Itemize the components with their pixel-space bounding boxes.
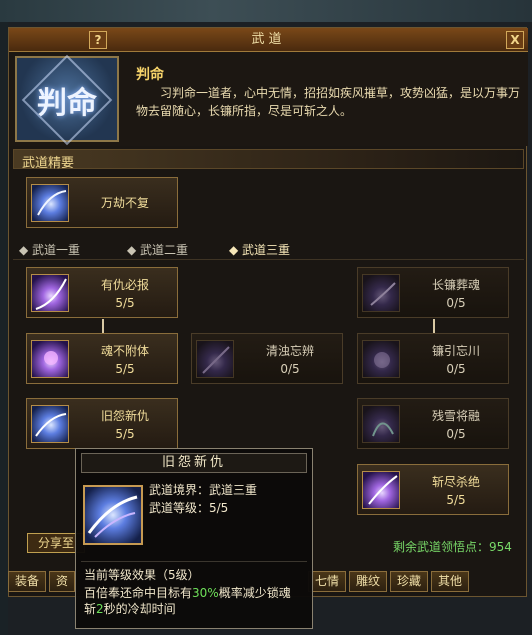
tab-equipment[interactable]: 装备 bbox=[8, 571, 46, 592]
tab-other[interactable]: 其他 bbox=[431, 571, 469, 592]
tab-tier-2[interactable]: ◆ 武道二重 bbox=[127, 241, 188, 259]
skill-name: 万劫不复 bbox=[100, 196, 149, 210]
tab-collection[interactable]: 珍藏 bbox=[390, 571, 428, 592]
tab-label: 武道二重 bbox=[140, 243, 189, 257]
points-value: 954 bbox=[489, 540, 512, 554]
skill-icon-wanjie bbox=[31, 184, 69, 222]
tooltip-realm: 武道境界：武道三重 bbox=[149, 483, 258, 497]
help-icon[interactable]: ? bbox=[89, 31, 107, 49]
skill-level: 0/5 bbox=[446, 427, 466, 441]
skill-icon-lianyin bbox=[362, 340, 400, 378]
background-edge bbox=[0, 22, 8, 635]
skill-level: 0/5 bbox=[280, 362, 300, 376]
skill-slot-canxue[interactable]: 残雪将融 0/5 bbox=[357, 398, 509, 449]
tab-resources[interactable]: 资 bbox=[49, 571, 75, 592]
skill-slot-changlian[interactable]: 长镰葬魂 0/5 bbox=[357, 267, 509, 318]
essence-section-header: 武道精要 bbox=[13, 149, 524, 171]
tooltip-effect-line-2: 斩2秒的冷却时间 bbox=[84, 601, 176, 617]
tab-seven-emotions[interactable]: 七情 bbox=[308, 571, 346, 592]
path-description: 习判命一道者，心中无情，招招如疾风摧草，攻势凶猛，是以万事万物去留随心，长镰所指… bbox=[136, 86, 521, 118]
tab-tier-3[interactable]: ◆ 武道三重 bbox=[229, 241, 290, 259]
essence-title: 武道精要 bbox=[22, 156, 75, 171]
skill-icon-hunbufuti bbox=[31, 340, 69, 378]
skill-name: 魂不附体 bbox=[100, 344, 149, 358]
tooltip-effect-line-1: 百倍奉还命中目标有30%概率减少锁魂 bbox=[84, 585, 291, 601]
skill-icon-canxue bbox=[362, 405, 400, 443]
skill-tooltip: 旧怨新仇 武道境界：武道三重 武道等级：5/5 当前等级效果（5级） 百倍奉还命… bbox=[75, 448, 313, 629]
skill-level: 5/5 bbox=[115, 296, 135, 310]
title-bar[interactable]: ? 武道 X bbox=[9, 28, 528, 52]
effect-text: 秒的冷却时间 bbox=[103, 602, 176, 616]
skill-level: 5/5 bbox=[115, 362, 135, 376]
path-header: 判命 判命 习判命一道者，心中无情，招招如疾风摧草，攻势凶猛，是以万事万物去留随… bbox=[9, 52, 528, 146]
skill-slot-jiuyuan[interactable]: 旧怨新仇 5/5 bbox=[26, 398, 178, 449]
skill-name: 斩尽杀绝 bbox=[431, 475, 480, 489]
close-icon[interactable]: X bbox=[506, 31, 524, 49]
effect-highlight: 2 bbox=[96, 602, 104, 616]
tooltip-level: 武道等级：5/5 bbox=[149, 501, 229, 515]
skill-name: 长镰葬魂 bbox=[431, 278, 480, 292]
effect-text: 百倍奉还命中目标有 bbox=[84, 586, 193, 600]
tooltip-title: 旧怨新仇 bbox=[81, 453, 307, 473]
tab-label: 武道一重 bbox=[32, 243, 81, 257]
tooltip-skill-icon bbox=[83, 485, 143, 545]
remaining-points: 剩余武道领悟点：954 bbox=[393, 538, 512, 555]
skill-icon-zhanjin bbox=[362, 471, 400, 509]
points-label: 剩余武道领悟点： bbox=[393, 540, 490, 554]
skill-name: 镰引忘川 bbox=[431, 344, 480, 358]
skill-slot-youchou[interactable]: 有仇必报 5/5 bbox=[26, 267, 178, 318]
skill-name: 清浊忘辨 bbox=[265, 344, 314, 358]
skill-icon-youchou bbox=[31, 274, 69, 312]
essence-skill-slot[interactable]: 万劫不复 bbox=[26, 177, 178, 228]
effect-text: 斩 bbox=[84, 602, 97, 616]
skill-icon-qingzhuo bbox=[196, 340, 234, 378]
skill-slot-hunbufuti[interactable]: 魂不附体 5/5 bbox=[26, 333, 178, 384]
path-emblem-icon: 判命 bbox=[15, 54, 119, 146]
skill-level: 0/5 bbox=[446, 362, 466, 376]
tooltip-effect-title: 当前等级效果（5级） bbox=[84, 568, 200, 582]
skill-name: 残雪将融 bbox=[431, 409, 480, 423]
skill-slot-lianyin[interactable]: 镰引忘川 0/5 bbox=[357, 333, 509, 384]
tab-label: 武道三重 bbox=[242, 243, 291, 257]
skill-slot-qingzhuo[interactable]: 清浊忘辨 0/5 bbox=[191, 333, 343, 384]
skill-level: 5/5 bbox=[446, 493, 466, 507]
skill-level: 5/5 bbox=[115, 427, 135, 441]
skill-icon-changlian bbox=[362, 274, 400, 312]
skill-slot-zhanjin[interactable]: 斩尽杀绝 5/5 bbox=[357, 464, 509, 515]
background-scenery bbox=[0, 0, 532, 22]
skill-name: 旧怨新仇 bbox=[100, 409, 149, 423]
tab-tier-1[interactable]: ◆ 武道一重 bbox=[19, 241, 80, 259]
tooltip-divider bbox=[81, 561, 307, 562]
skill-level: 0/5 bbox=[446, 296, 466, 310]
effect-highlight: 30% bbox=[192, 586, 219, 600]
skill-name: 有仇必报 bbox=[100, 278, 149, 292]
tab-carving[interactable]: 雕纹 bbox=[349, 571, 387, 592]
emblem-glyph: 判命 bbox=[37, 86, 97, 121]
effect-text: 概率减少锁魂 bbox=[218, 586, 291, 600]
window-title: 武道 bbox=[251, 32, 286, 47]
tabs-divider bbox=[13, 259, 524, 260]
skill-icon-jiuyuan bbox=[31, 405, 69, 443]
path-name: 判命 bbox=[136, 67, 164, 83]
